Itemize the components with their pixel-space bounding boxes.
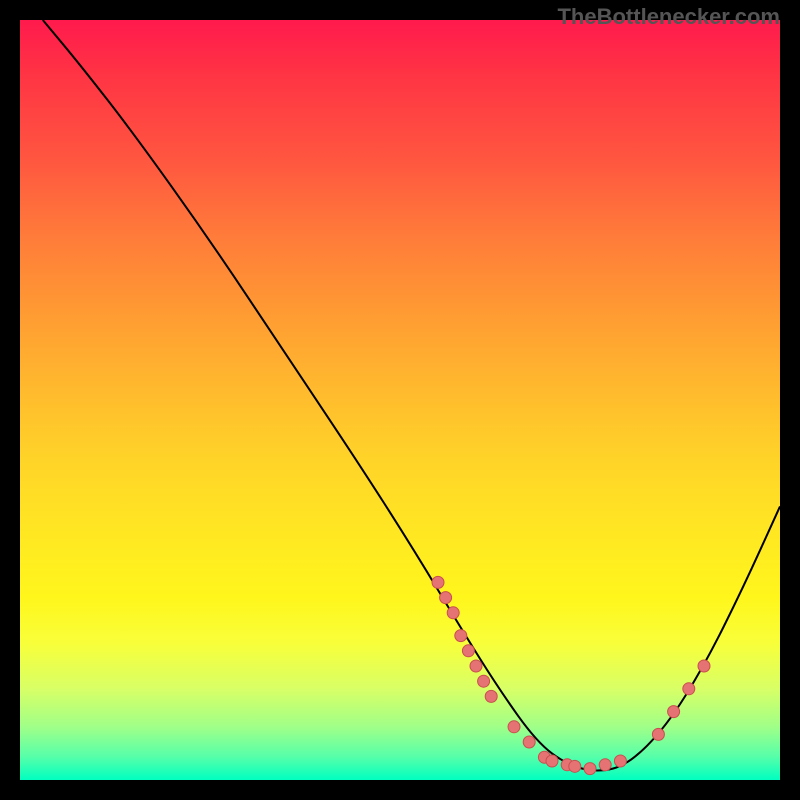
data-marker [546,755,558,767]
data-markers [432,576,710,774]
watermark-text: TheBottlenecker.com [557,4,780,30]
data-marker [683,683,695,695]
data-marker [485,690,497,702]
data-marker [432,576,444,588]
data-marker [462,645,474,657]
data-marker [584,763,596,775]
data-marker [599,759,611,771]
data-marker [440,592,452,604]
data-marker [614,755,626,767]
data-marker [508,721,520,733]
data-marker [668,706,680,718]
data-marker [447,607,459,619]
plot-area [20,20,780,780]
data-marker [569,760,581,772]
data-marker [523,736,535,748]
data-marker [478,675,490,687]
data-marker [455,630,467,642]
data-marker [698,660,710,672]
data-marker [470,660,482,672]
bottleneck-curve [43,20,780,771]
data-marker [652,728,664,740]
chart-svg [20,20,780,780]
